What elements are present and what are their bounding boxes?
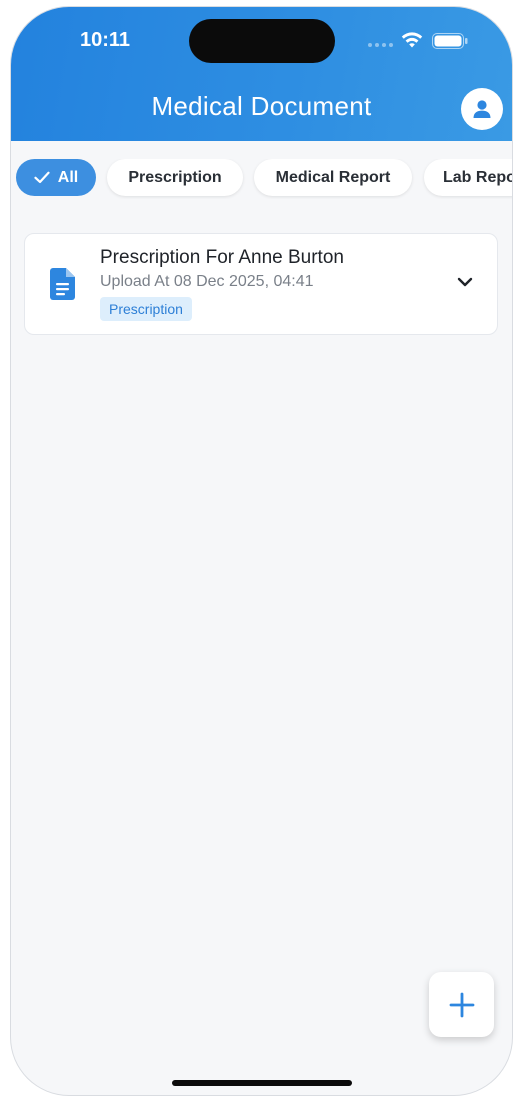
chevron-down-icon[interactable]: [457, 276, 473, 288]
cellular-signal-icon: [368, 43, 393, 47]
add-document-button[interactable]: [429, 972, 494, 1037]
document-card[interactable]: Prescription For Anne Burton Upload At 0…: [24, 233, 498, 335]
filter-chips: All Prescription Medical Report Lab Repo: [11, 159, 512, 199]
filter-chip-label: Medical Report: [275, 168, 391, 186]
filter-chip-label: Prescription: [128, 168, 222, 186]
battery-icon: [432, 33, 468, 49]
document-icon: [50, 268, 75, 300]
phone-screen: 10:11 Medical Document All Prescription …: [11, 7, 512, 1095]
filter-chip-label: Lab Repo: [443, 168, 512, 186]
document-type-badge: Prescription: [100, 297, 192, 321]
status-time: 10:11: [80, 29, 131, 51]
filter-chip-lab-report[interactable]: Lab Repo: [424, 159, 512, 196]
dynamic-island: [189, 19, 335, 63]
page-title: Medical Document: [151, 91, 372, 121]
filter-chip-medical-report[interactable]: Medical Report: [254, 159, 412, 196]
document-title: Prescription For Anne Burton: [100, 247, 344, 268]
plus-icon: [449, 992, 474, 1017]
filter-chip-prescription[interactable]: Prescription: [107, 159, 243, 196]
user-icon: [473, 100, 491, 118]
app-header: 10:11 Medical Document: [11, 7, 512, 141]
filter-chip-label: All: [57, 168, 79, 186]
wifi-icon: [401, 32, 423, 48]
profile-button[interactable]: [461, 88, 503, 130]
home-indicator: [172, 1080, 352, 1086]
check-icon: [34, 171, 50, 184]
filter-chip-all[interactable]: All: [16, 159, 96, 196]
document-upload-date: Upload At 08 Dec 2025, 04:41: [100, 273, 314, 290]
